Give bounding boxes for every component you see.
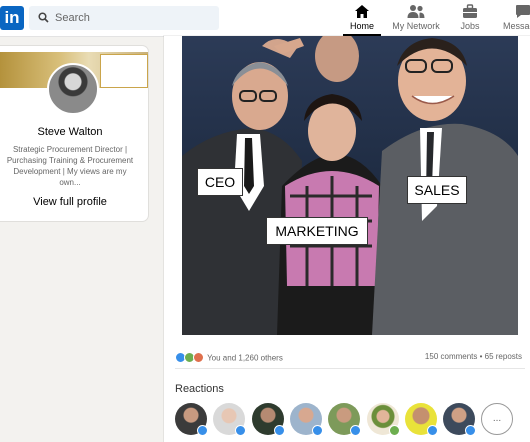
like-badge-icon: [350, 425, 361, 436]
more-reactions-button[interactable]: ...: [481, 403, 513, 435]
nav-jobs[interactable]: Jobs: [454, 3, 486, 36]
comments-reposts-count[interactable]: 150 comments • 65 reposts: [425, 352, 522, 361]
search-icon: [38, 12, 49, 23]
celebrate-badge-icon: [389, 425, 400, 436]
nav-messaging[interactable]: Messag: [503, 3, 530, 36]
like-badge-icon: [235, 425, 246, 436]
search-box[interactable]: [29, 6, 219, 30]
reaction-icons: [175, 352, 204, 365]
briefcase-icon: [463, 4, 477, 18]
reactions-heading: Reactions: [175, 383, 224, 395]
reactions-summary[interactable]: You and 1,260 others: [175, 352, 283, 365]
ceo-label: CEO: [197, 168, 243, 196]
nav-home-label: Home: [349, 21, 374, 31]
like-badge-icon: [427, 425, 438, 436]
like-badge-icon: [312, 425, 323, 436]
home-icon: [355, 5, 369, 18]
reactions-summary-text: You and 1,260 others: [207, 353, 283, 363]
reactor-avatar[interactable]: [367, 403, 400, 436]
reactor-avatar[interactable]: [328, 403, 361, 436]
profile-name[interactable]: Steve Walton: [0, 126, 140, 138]
banner-graphic: [100, 54, 148, 88]
divider: [175, 368, 525, 369]
profile-avatar[interactable]: [47, 63, 99, 115]
reactor-avatar[interactable]: [213, 403, 246, 436]
nav-messaging-label: Messag: [503, 21, 530, 31]
reactor-avatars: ...: [175, 403, 525, 437]
reactor-avatar[interactable]: [252, 403, 285, 436]
marketing-label: MARKETING: [266, 217, 368, 245]
top-nav-bar: in Home My Network Jobs Messag: [0, 0, 530, 37]
post-image[interactable]: CEO SALES MARKETING: [182, 36, 518, 335]
like-badge-icon: [274, 425, 285, 436]
view-full-profile-link[interactable]: View full profile: [0, 196, 140, 208]
nav-home[interactable]: Home: [343, 3, 381, 36]
like-badge-icon: [197, 425, 208, 436]
like-badge-icon: [465, 425, 476, 436]
messaging-icon: [516, 5, 530, 18]
reactor-avatar[interactable]: [443, 403, 476, 436]
sales-label: SALES: [407, 176, 467, 204]
linkedin-logo[interactable]: in: [0, 6, 24, 30]
nav-my-network-label: My Network: [392, 21, 440, 31]
nav-my-network[interactable]: My Network: [390, 3, 442, 36]
nav-jobs-label: Jobs: [460, 21, 480, 31]
love-icon: [193, 352, 204, 363]
profile-card: Steve Walton Strategic Procurement Direc…: [0, 46, 148, 221]
search-input[interactable]: [55, 9, 213, 27]
reactor-avatar[interactable]: [175, 403, 208, 436]
network-icon: [407, 5, 425, 18]
reactor-avatar[interactable]: [290, 403, 323, 436]
profile-headline: Strategic Procurement Director | Purchas…: [6, 145, 134, 187]
reactor-avatar[interactable]: [405, 403, 438, 436]
